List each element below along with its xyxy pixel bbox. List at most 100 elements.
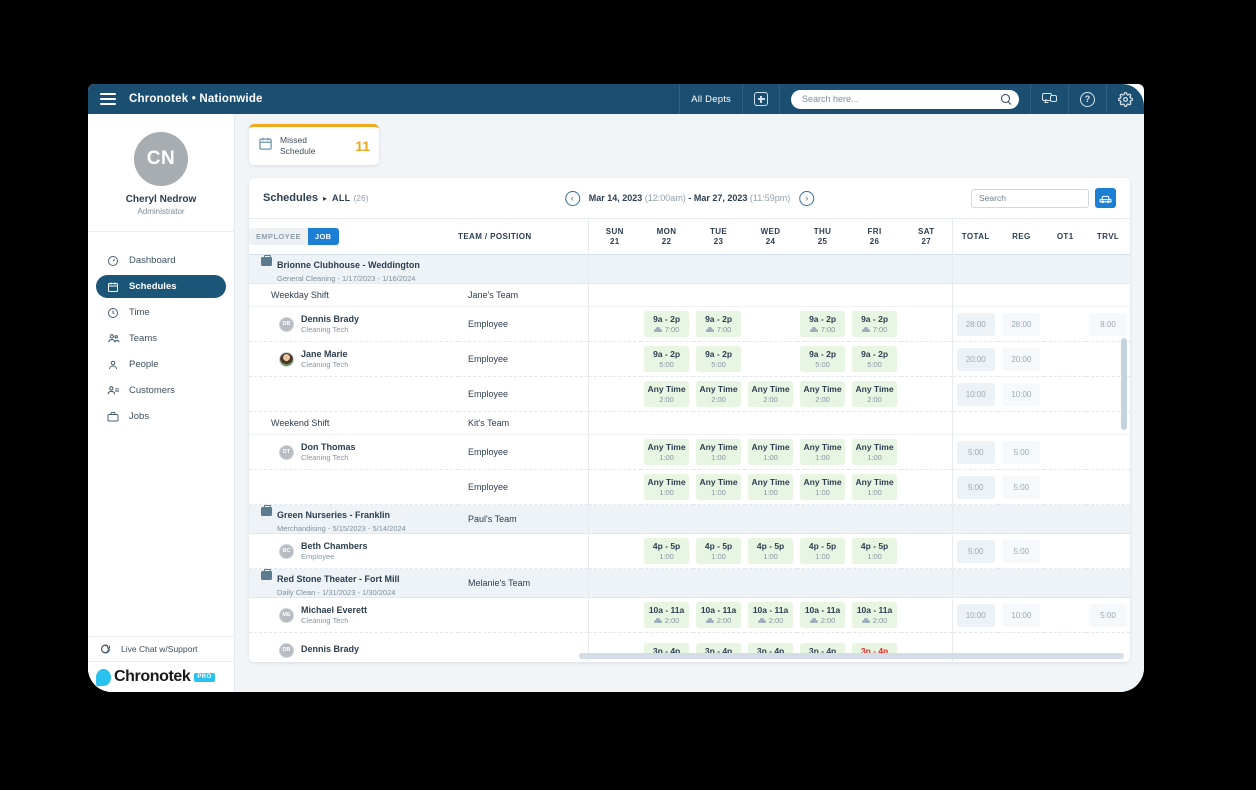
- sidebar-item-teams[interactable]: Teams: [96, 327, 226, 350]
- sidebar-item-people[interactable]: People: [96, 353, 226, 376]
- schedule-cell-empty[interactable]: [900, 533, 953, 570]
- schedule-cell[interactable]: Any Time 1:00: [796, 434, 849, 471]
- employee-row[interactable]: Employee Any Time 2:00 Any Time 2:00 Any Time…: [249, 376, 1130, 413]
- schedule-cell-empty[interactable]: [900, 341, 953, 378]
- schedule-cell-empty[interactable]: [588, 376, 641, 413]
- schedule-cell[interactable]: 10a - 11a 2:00: [848, 597, 901, 634]
- schedule-cell-empty[interactable]: [588, 434, 641, 471]
- shift-chip[interactable]: Any Time 2:00: [800, 381, 846, 408]
- shift-chip[interactable]: 9a - 2p 7:00: [800, 311, 846, 338]
- shift-chip[interactable]: Any Time 1:00: [696, 439, 742, 466]
- settings-button[interactable]: [1106, 84, 1144, 114]
- shift-chip[interactable]: Any Time 1:00: [800, 474, 846, 501]
- shift-chip[interactable]: 9a - 2p 7:00: [644, 311, 690, 338]
- employee-job-toggle[interactable]: EMPLOYEE JOB: [249, 219, 458, 255]
- schedule-cell[interactable]: 4p - 5p 1:00: [744, 533, 797, 570]
- shift-row[interactable]: Weekday Shift Jane's Team: [249, 283, 1130, 308]
- schedule-cell[interactable]: 9a - 2p 7:00: [640, 306, 693, 343]
- breadcrumb-scope[interactable]: ALL: [332, 193, 350, 203]
- travel-toggle-button[interactable]: [1095, 188, 1116, 209]
- schedule-cell-empty[interactable]: [900, 597, 953, 634]
- schedule-cell[interactable]: 4p - 5p 1:00: [640, 533, 693, 570]
- schedule-cell[interactable]: 4p - 5p 1:00: [796, 533, 849, 570]
- missed-schedule-card[interactable]: Missed Schedule 11: [249, 124, 379, 166]
- sidebar-item-dashboard[interactable]: Dashboard: [96, 249, 226, 272]
- schedule-cell[interactable]: 9a - 2p 7:00: [692, 306, 745, 343]
- toggle-employee[interactable]: EMPLOYEE: [249, 228, 308, 246]
- schedule-cell[interactable]: Any Time 1:00: [692, 434, 745, 471]
- schedule-cell-empty[interactable]: [588, 533, 641, 570]
- schedule-cell[interactable]: Any Time 2:00: [640, 376, 693, 413]
- schedule-cell-empty[interactable]: [900, 434, 953, 471]
- schedule-cell[interactable]: Any Time 2:00: [796, 376, 849, 413]
- add-button[interactable]: [742, 84, 779, 114]
- next-period-button[interactable]: ›: [799, 190, 815, 206]
- sidebar-item-customers[interactable]: Customers: [96, 379, 226, 402]
- schedule-cell-empty[interactable]: [588, 597, 641, 634]
- schedule-cell[interactable]: Any Time 1:00: [796, 469, 849, 506]
- schedule-cell-empty[interactable]: [900, 306, 953, 343]
- vertical-scrollbar[interactable]: [1121, 338, 1127, 431]
- shift-chip[interactable]: Any Time 2:00: [696, 381, 742, 408]
- schedule-cell-empty[interactable]: [588, 341, 641, 378]
- schedule-cell[interactable]: Any Time 1:00: [692, 469, 745, 506]
- job-group-row[interactable]: Red Stone Theater - Fort Mill Daily Clean…: [249, 568, 1130, 599]
- shift-chip[interactable]: 10a - 11a 2:00: [696, 602, 742, 629]
- shift-chip[interactable]: 9a - 2p 5:00: [852, 346, 898, 373]
- employee-row[interactable]: DB Dennis Brady Cleaning Tech Employee 9a - …: [249, 306, 1130, 343]
- shift-chip[interactable]: Any Time 1:00: [800, 439, 846, 466]
- schedule-cell[interactable]: Any Time 2:00: [848, 376, 901, 413]
- shift-chip[interactable]: 9a - 2p 5:00: [696, 346, 742, 373]
- global-search-input[interactable]: [791, 89, 1019, 109]
- schedule-cell-empty[interactable]: [744, 341, 797, 378]
- schedule-cell-empty[interactable]: [900, 469, 953, 506]
- shift-chip[interactable]: 10a - 11a 2:00: [748, 602, 794, 629]
- shift-chip[interactable]: 10a - 11a 2:00: [644, 602, 690, 629]
- employee-row[interactable]: Employee Any Time 1:00 Any Time 1:00 Any Time…: [249, 469, 1130, 506]
- shift-chip[interactable]: Any Time 1:00: [852, 474, 898, 501]
- schedule-cell[interactable]: 10a - 11a 2:00: [744, 597, 797, 634]
- shift-chip[interactable]: Any Time 1:00: [696, 474, 742, 501]
- shift-chip[interactable]: 10a - 11a 2:00: [852, 602, 898, 629]
- prev-period-button[interactable]: ‹: [564, 190, 580, 206]
- schedule-table-scroll[interactable]: EMPLOYEE JOB TEAM / POSITION SUN 21 MON 22…: [249, 218, 1130, 663]
- schedule-cell[interactable]: 9a - 2p 7:00: [796, 306, 849, 343]
- schedule-cell[interactable]: 9a - 2p 7:00: [848, 306, 901, 343]
- schedule-cell[interactable]: 10a - 11a 2:00: [640, 597, 693, 634]
- job-group-row[interactable]: Green Nurseries - Franklin Merchandising …: [249, 504, 1130, 535]
- table-search-input[interactable]: [971, 188, 1089, 208]
- schedule-cell-empty[interactable]: [588, 469, 641, 506]
- schedule-cell[interactable]: 9a - 2p 5:00: [848, 341, 901, 378]
- schedule-cell[interactable]: 9a - 2p 5:00: [640, 341, 693, 378]
- schedule-cell[interactable]: 9a - 2p 5:00: [796, 341, 849, 378]
- schedule-cell[interactable]: Any Time 1:00: [848, 469, 901, 506]
- shift-chip[interactable]: Any Time 2:00: [644, 381, 690, 408]
- schedule-cell-empty[interactable]: [588, 306, 641, 343]
- schedule-cell[interactable]: 9a - 2p 5:00: [692, 341, 745, 378]
- shift-chip[interactable]: 4p - 5p 1:00: [644, 538, 690, 565]
- shift-chip[interactable]: 9a - 2p 5:00: [800, 346, 846, 373]
- schedule-cell[interactable]: Any Time 1:00: [848, 434, 901, 471]
- toggle-job[interactable]: JOB: [307, 228, 339, 246]
- shift-chip[interactable]: Any Time 1:00: [644, 474, 690, 501]
- live-chat-button[interactable]: Live Chat w/Support: [88, 636, 235, 662]
- shift-chip[interactable]: 4p - 5p 1:00: [852, 538, 898, 565]
- schedule-cell-empty[interactable]: [744, 306, 797, 343]
- shift-chip[interactable]: Any Time 1:00: [748, 439, 794, 466]
- schedule-cell[interactable]: Any Time 2:00: [692, 376, 745, 413]
- shift-chip[interactable]: Any Time 2:00: [852, 381, 898, 408]
- shift-chip[interactable]: 4p - 5p 1:00: [800, 538, 846, 565]
- schedule-cell[interactable]: Any Time 1:00: [640, 434, 693, 471]
- shift-chip[interactable]: 9a - 2p 7:00: [852, 311, 898, 338]
- sidebar-item-jobs[interactable]: Jobs: [96, 405, 226, 428]
- shift-chip[interactable]: 4p - 5p 1:00: [696, 538, 742, 565]
- job-group-row[interactable]: Brionne Clubhouse - Weddington General Cl…: [249, 254, 1130, 285]
- shift-chip[interactable]: 4p - 5p 1:00: [748, 538, 794, 565]
- schedule-cell[interactable]: 10a - 11a 2:00: [796, 597, 849, 634]
- schedule-cell[interactable]: Any Time 2:00: [744, 376, 797, 413]
- shift-chip[interactable]: 9a - 2p 7:00: [696, 311, 742, 338]
- employee-row[interactable]: BC Beth Chambers Employee 4p - 5p 1:00 4p - 5…: [249, 533, 1130, 570]
- employee-row[interactable]: Jane Marie Cleaning Tech Employee 9a - 2p 5:…: [249, 341, 1130, 378]
- schedule-cell[interactable]: Any Time 1:00: [744, 434, 797, 471]
- shift-chip[interactable]: Any Time 1:00: [748, 474, 794, 501]
